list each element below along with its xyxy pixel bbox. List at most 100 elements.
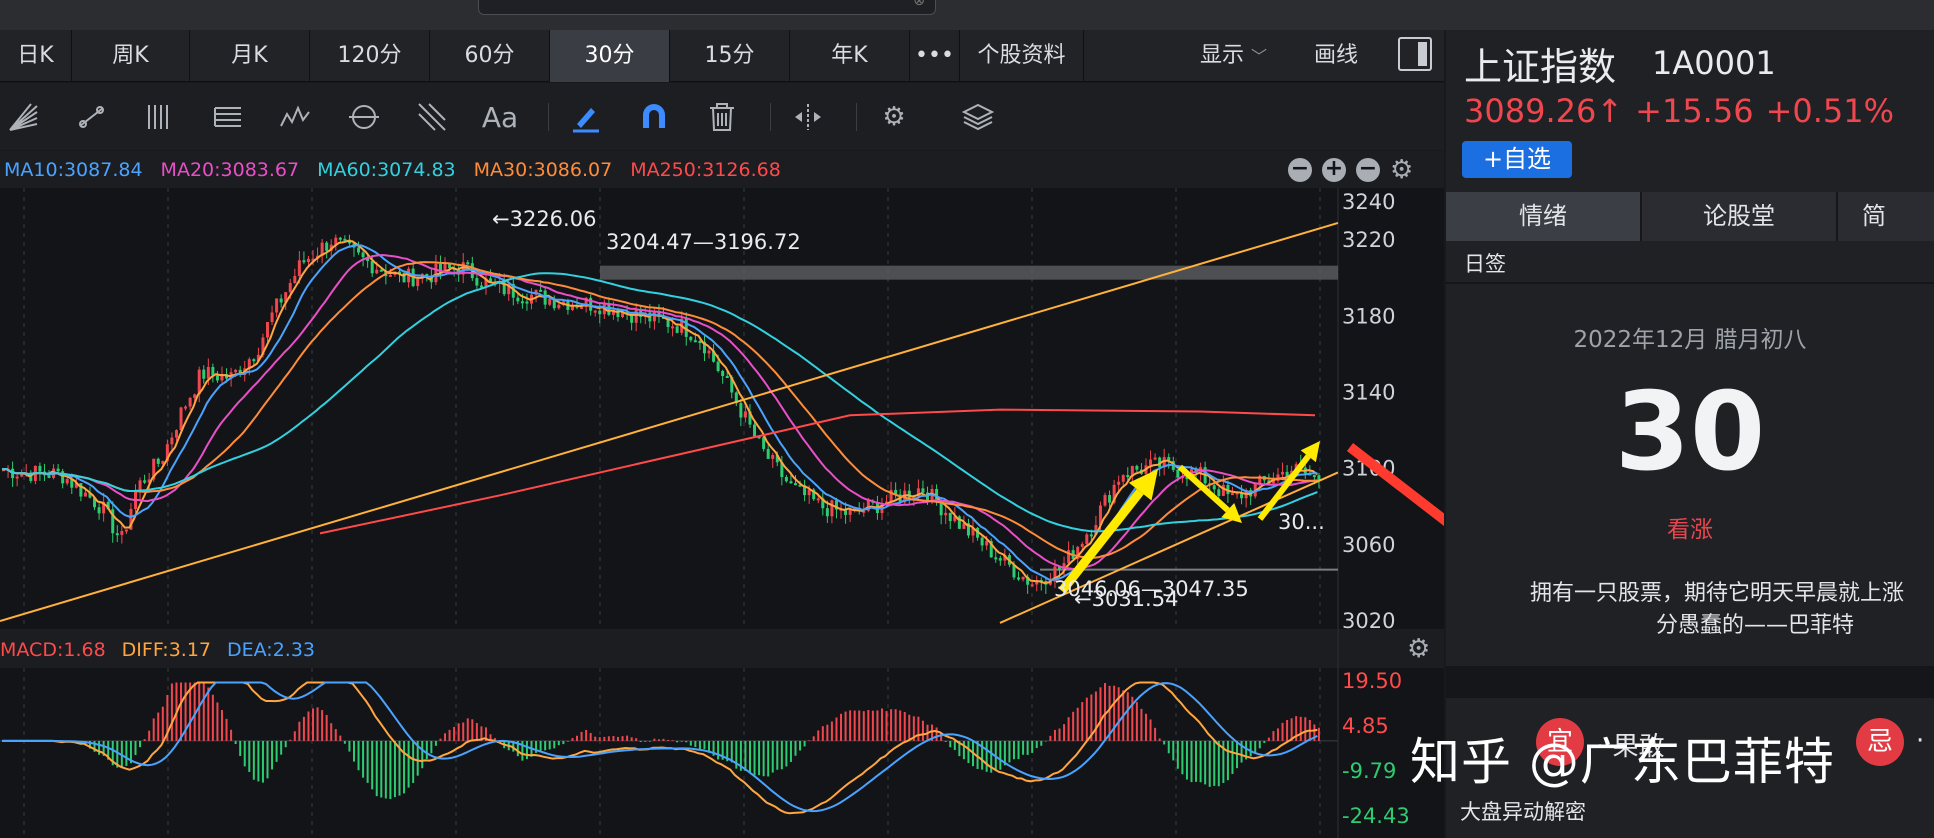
candle-body xyxy=(179,407,183,431)
settings-gear-icon[interactable]: ⚙ xyxy=(874,97,914,137)
candle-body xyxy=(739,403,743,418)
window-top-strip: ⊗ xyxy=(0,0,1934,30)
macd-tick-label: -24.43 xyxy=(1342,804,1410,828)
candle-body xyxy=(671,326,675,329)
period-tab[interactable]: 月K xyxy=(190,30,310,82)
chart-zoom-controls: − + − ⚙ xyxy=(1288,157,1413,183)
candle-body xyxy=(944,512,948,516)
candle-body xyxy=(716,361,720,372)
legend-entry: MA60:3074.83 xyxy=(317,159,456,181)
right-tab[interactable]: 情绪 xyxy=(1446,192,1642,241)
period-tab[interactable]: 个股资料 xyxy=(960,30,1084,82)
magnet-icon[interactable] xyxy=(634,97,674,137)
candle-body xyxy=(1217,489,1221,496)
stock-name: 上证指数 xyxy=(1464,45,1617,89)
candle-body xyxy=(1030,584,1034,587)
candle-body xyxy=(184,406,188,409)
candle-body xyxy=(124,529,128,532)
market-anomaly-title[interactable]: 大盘异动解密 xyxy=(1460,796,1586,826)
fan-lines-icon[interactable] xyxy=(4,97,44,137)
pen-icon[interactable] xyxy=(566,97,606,137)
zoom-minus-icon[interactable]: − xyxy=(1288,158,1312,182)
candle-body xyxy=(275,298,279,313)
candle-body xyxy=(47,475,51,478)
draw-line-button[interactable]: 画线 xyxy=(1314,30,1358,82)
candle-body xyxy=(634,309,638,323)
trend-line-icon[interactable] xyxy=(72,97,112,137)
candle-body xyxy=(830,500,834,517)
vertical-lines-icon[interactable] xyxy=(140,97,180,137)
candle-body xyxy=(1176,469,1180,478)
candle-body xyxy=(156,458,160,464)
candle-body xyxy=(434,263,438,283)
period-tab[interactable]: 15分 xyxy=(670,30,790,82)
candle-body xyxy=(388,274,392,277)
candle-body xyxy=(38,465,42,472)
candle-body xyxy=(784,477,788,482)
candle-body xyxy=(202,369,206,379)
chevron-down-icon: ﹀ xyxy=(1251,47,1268,66)
candle-body xyxy=(525,301,529,304)
candle-body xyxy=(1135,465,1139,470)
macd-settings-gear-icon[interactable]: ⚙ xyxy=(1407,636,1430,662)
split-icon[interactable] xyxy=(788,97,828,137)
calendar-day: 30 xyxy=(1614,370,1766,495)
candle-body xyxy=(234,369,238,373)
period-tab[interactable]: 30分 xyxy=(550,30,670,82)
right-tab[interactable]: 简 xyxy=(1838,192,1934,241)
circle-tool-icon[interactable] xyxy=(344,97,384,137)
right-tab[interactable]: 论股堂 xyxy=(1642,192,1838,241)
candle-body xyxy=(1149,459,1153,466)
period-tab[interactable]: 120分 xyxy=(310,30,430,82)
fibonacci-icon[interactable] xyxy=(412,97,452,137)
gap-zone xyxy=(600,265,1338,280)
candle-body xyxy=(593,310,597,313)
candle-body xyxy=(1103,495,1107,506)
period-tab[interactable]: ••• xyxy=(910,30,960,82)
main-settings-gear-icon[interactable]: ⚙ xyxy=(1390,157,1413,183)
candle-body xyxy=(1312,475,1316,478)
period-tab[interactable]: 60分 xyxy=(430,30,550,82)
search-clear-icon[interactable]: ⊗ xyxy=(913,0,925,9)
candle-body xyxy=(539,289,543,292)
section-separator xyxy=(1446,666,1934,698)
panel-toggle-icon[interactable] xyxy=(1398,37,1432,71)
kline-chart[interactable]: 324032203180314031003060302019.504.85-9.… xyxy=(0,151,1444,838)
zoom-minus-alt-icon[interactable]: − xyxy=(1356,158,1380,182)
candle-body xyxy=(985,541,989,546)
chart-annotation: 3046.06—3047.35 xyxy=(1054,577,1249,601)
trash-icon[interactable] xyxy=(702,97,742,137)
zhihu-watermark: 知乎 @广东巴菲特 xyxy=(1410,733,1835,791)
add-favorite-button[interactable]: +自选 xyxy=(1462,141,1572,178)
candle-body xyxy=(416,278,420,287)
period-tab[interactable]: 年K xyxy=(790,30,910,82)
price-tick-label: 3060 xyxy=(1342,533,1395,557)
candle-body xyxy=(753,424,757,437)
price-tick-label: 3220 xyxy=(1342,228,1395,252)
candle-body xyxy=(1080,543,1084,547)
candle-body xyxy=(921,488,925,493)
search-box[interactable]: ⊗ xyxy=(478,0,936,15)
candle-body xyxy=(115,533,119,536)
candle-body xyxy=(252,359,256,362)
period-tab[interactable]: 日K xyxy=(0,30,72,82)
candle-body xyxy=(489,278,493,282)
gann-box-icon[interactable] xyxy=(208,97,248,137)
stock-code: 1A0001 xyxy=(1652,44,1776,82)
candle-body xyxy=(1221,484,1225,496)
layers-icon[interactable] xyxy=(958,97,998,137)
candle-body xyxy=(193,394,197,398)
candle-body xyxy=(379,269,383,272)
candle-body xyxy=(1281,471,1285,475)
text-tool-icon[interactable]: Aa xyxy=(480,97,520,137)
candle-body xyxy=(1089,534,1093,537)
candle-body xyxy=(466,262,470,265)
candle-body xyxy=(288,283,292,293)
display-menu[interactable]: 显示 ﹀ xyxy=(1200,30,1267,82)
candle-body xyxy=(174,430,178,438)
wave-icon[interactable] xyxy=(276,97,316,137)
zoom-plus-icon[interactable]: + xyxy=(1322,158,1346,182)
period-tab[interactable]: 周K xyxy=(72,30,190,82)
candle-body xyxy=(771,454,775,459)
price-tick-label: 3240 xyxy=(1342,190,1395,214)
